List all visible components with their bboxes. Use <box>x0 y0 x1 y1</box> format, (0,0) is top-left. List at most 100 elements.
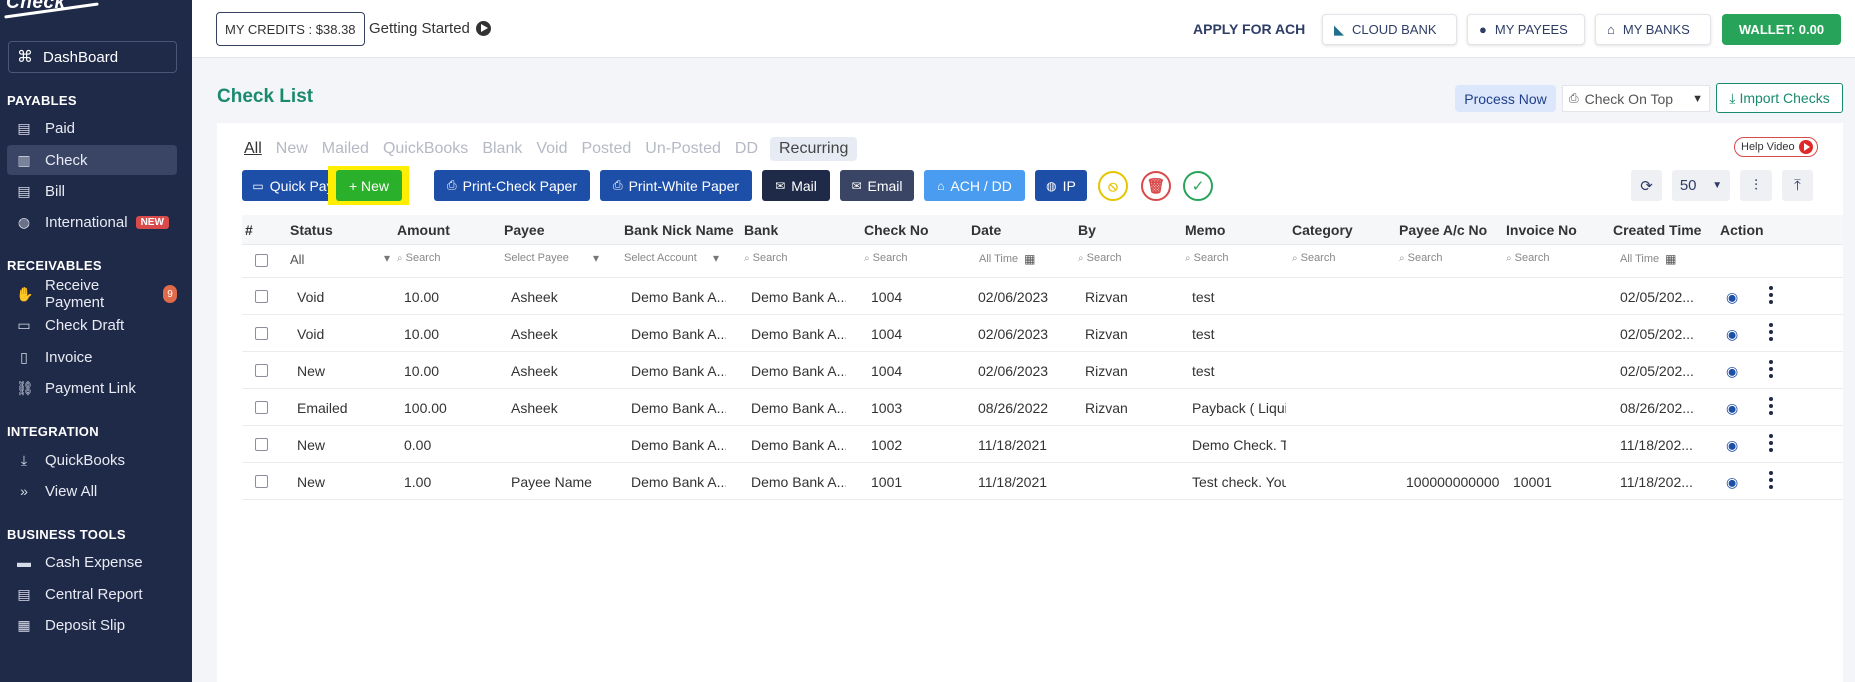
sidebar-item-check[interactable]: ▥ Check <box>7 145 177 175</box>
row-checkbox[interactable] <box>255 327 268 340</box>
category-filter[interactable]: ⌕ Search <box>1292 252 1335 264</box>
sidebar-item-check-draft[interactable]: ▭ Check Draft <box>7 310 177 340</box>
apply-ach-link[interactable]: APPLY FOR ACH <box>1193 21 1305 37</box>
memo-filter[interactable]: ⌕ Search <box>1185 252 1228 264</box>
credits-badge[interactable]: MY CREDITS : $38.38 <box>216 12 365 46</box>
table-row[interactable]: New 1.00 Payee Name Demo Bank A... Demo Bank… <box>242 463 1843 500</box>
mail-button[interactable]: ✉ Mail <box>762 170 830 201</box>
view-eye-icon[interactable]: ◉ <box>1726 289 1742 305</box>
sidebar-item-bill[interactable]: ▤ Bill <box>7 176 177 206</box>
amount-filter[interactable]: ⌕ Search <box>397 252 440 264</box>
email-button[interactable]: ✉ Email <box>840 170 914 201</box>
sidebar-item-central-report[interactable]: ▤ Central Report <box>7 579 177 609</box>
more-options-icon[interactable] <box>1769 471 1773 491</box>
bank-nick-filter[interactable]: Select Account <box>624 251 719 265</box>
col-bank-nick[interactable]: Bank Nick Name <box>624 222 734 238</box>
sidebar-item-invoice[interactable]: ▯ Invoice <box>7 342 177 372</box>
col-by[interactable]: By <box>1078 222 1096 238</box>
my-payees-button[interactable]: ● MY PAYEES <box>1467 14 1585 45</box>
trash-icon[interactable]: 🗑 <box>1141 171 1171 201</box>
refresh-icon[interactable]: ⟳ <box>1631 170 1662 201</box>
ach-dd-button[interactable]: ⌂ ACH / DD <box>924 170 1025 201</box>
tab-quickbooks[interactable]: QuickBooks <box>383 140 468 158</box>
getting-started-link[interactable]: Getting Started <box>369 20 491 37</box>
import-checks-button[interactable]: ⤓ Import Checks <box>1716 83 1843 113</box>
date-filter[interactable]: All Time ▦ <box>979 252 1035 266</box>
scroll-top-icon[interactable]: ⤒ <box>1782 170 1813 201</box>
table-row[interactable]: New 0.00 Demo Bank A... Demo Bank A... 1002 1… <box>242 426 1843 463</box>
col-memo[interactable]: Memo <box>1185 222 1225 238</box>
tab-unposted[interactable]: Un-Posted <box>645 140 721 158</box>
invoice-no-filter[interactable]: ⌕ Search <box>1506 252 1549 264</box>
table-row[interactable]: Void 10.00 Asheek Demo Bank A... Demo Bank A… <box>242 278 1843 315</box>
tab-recurring[interactable]: Recurring <box>770 137 858 161</box>
more-options-icon[interactable] <box>1769 323 1773 343</box>
row-checkbox[interactable] <box>255 401 268 414</box>
page-size-select[interactable]: 50 ▼ <box>1672 170 1730 201</box>
status-filter[interactable]: All <box>290 251 390 267</box>
table-row[interactable]: Void 10.00 Asheek Demo Bank A... Demo Bank A… <box>242 315 1843 352</box>
check-no-filter[interactable]: ⌕ Search <box>864 252 907 264</box>
sidebar-item-view-all[interactable]: » View All <box>7 476 177 506</box>
cloud-bank-button[interactable]: ◣ CLOUD BANK <box>1322 14 1457 45</box>
col-bank[interactable]: Bank <box>744 222 778 238</box>
view-eye-icon[interactable]: ◉ <box>1726 437 1742 453</box>
sidebar-item-dashboard[interactable]: ⌘ DashBoard <box>8 41 177 73</box>
tab-dd[interactable]: DD <box>735 140 758 158</box>
row-checkbox[interactable] <box>255 290 268 303</box>
select-all-checkbox[interactable] <box>255 254 268 267</box>
sidebar-item-paid[interactable]: ▤ Paid <box>7 113 177 143</box>
tab-void[interactable]: Void <box>536 140 567 158</box>
column-settings-icon[interactable]: ⫶ <box>1740 170 1772 201</box>
view-eye-icon[interactable]: ◉ <box>1726 363 1742 379</box>
check-mark-icon[interactable]: ✓ <box>1183 171 1213 201</box>
print-check-paper-button[interactable]: ⎙ Print-Check Paper <box>434 170 590 201</box>
payee-filter[interactable]: Select Payee <box>504 251 599 265</box>
col-date[interactable]: Date <box>971 222 1001 238</box>
process-now-button[interactable]: Process Now <box>1455 85 1556 112</box>
sidebar-item-quickbooks[interactable]: ⤓ QuickBooks <box>7 445 177 475</box>
more-options-icon[interactable] <box>1769 434 1773 454</box>
wallet-button[interactable]: WALLET: 0.00 <box>1722 14 1841 45</box>
block-icon[interactable]: ⦸ <box>1098 171 1128 201</box>
tab-blank[interactable]: Blank <box>482 140 522 158</box>
tab-posted[interactable]: Posted <box>581 140 631 158</box>
tab-mailed[interactable]: Mailed <box>322 140 369 158</box>
view-eye-icon[interactable]: ◉ <box>1726 326 1742 342</box>
sidebar-item-deposit-slip[interactable]: ▦ Deposit Slip <box>7 610 177 640</box>
new-check-button[interactable]: + New <box>336 170 402 201</box>
sidebar-item-cash-expense[interactable]: ▬ Cash Expense <box>7 547 177 577</box>
my-banks-button[interactable]: ⌂ MY BANKS <box>1595 14 1711 45</box>
col-check-no[interactable]: Check No <box>864 222 929 238</box>
col-payee-ac[interactable]: Payee A/c No <box>1399 222 1487 238</box>
row-checkbox[interactable] <box>255 364 268 377</box>
created-filter[interactable]: All Time ▦ <box>1620 252 1676 266</box>
more-options-icon[interactable] <box>1769 397 1773 417</box>
tab-new[interactable]: New <box>276 140 308 158</box>
col-created[interactable]: Created Time <box>1613 222 1701 238</box>
payee-ac-filter[interactable]: ⌕ Search <box>1399 252 1442 264</box>
table-row[interactable]: New 10.00 Asheek Demo Bank A... Demo Bank A.… <box>242 352 1843 389</box>
help-video-button[interactable]: Help Video <box>1734 137 1818 157</box>
sidebar-item-receive-payment[interactable]: ✋ Receive Payment 9 <box>7 277 177 311</box>
by-filter[interactable]: ⌕ Search <box>1078 252 1121 264</box>
col-invoice-no[interactable]: Invoice No <box>1506 222 1577 238</box>
col-category[interactable]: Category <box>1292 222 1353 238</box>
table-row[interactable]: Emailed 100.00 Asheek Demo Bank A... Demo Ba… <box>242 389 1843 426</box>
tab-all[interactable]: All <box>244 140 262 158</box>
col-amount[interactable]: Amount <box>397 222 450 238</box>
more-options-icon[interactable] <box>1769 360 1773 380</box>
sort-select[interactable]: ⎙ Check On Top ▼ <box>1562 85 1710 112</box>
col-status[interactable]: Status <box>290 222 333 238</box>
sidebar-item-payment-link[interactable]: ⛓ Payment Link <box>7 373 177 403</box>
sidebar-item-international[interactable]: ◍ International NEW <box>7 207 177 237</box>
view-eye-icon[interactable]: ◉ <box>1726 474 1742 490</box>
ip-button[interactable]: ◍ IP <box>1035 170 1087 201</box>
row-checkbox[interactable] <box>255 475 268 488</box>
view-eye-icon[interactable]: ◉ <box>1726 400 1742 416</box>
bank-filter[interactable]: ⌕ Search <box>744 252 787 264</box>
row-checkbox[interactable] <box>255 438 268 451</box>
print-white-paper-button[interactable]: ⎙ Print-White Paper <box>600 170 752 201</box>
col-payee[interactable]: Payee <box>504 222 544 238</box>
more-options-icon[interactable] <box>1769 286 1773 306</box>
